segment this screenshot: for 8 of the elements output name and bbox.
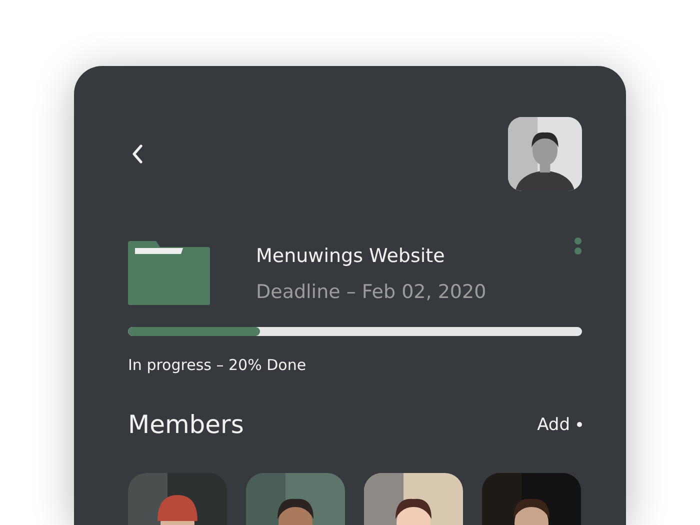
more-button[interactable] <box>574 237 582 257</box>
deadline-text: Deadline – Feb 02, 2020 <box>256 281 488 303</box>
progress-status: In progress – 20% Done <box>128 356 308 374</box>
add-button[interactable]: Add <box>537 414 582 434</box>
folder-icon <box>128 241 210 305</box>
members-title: Members <box>128 410 244 439</box>
dot-icon <box>577 422 582 427</box>
project-title: Menuwings Website <box>256 245 446 267</box>
